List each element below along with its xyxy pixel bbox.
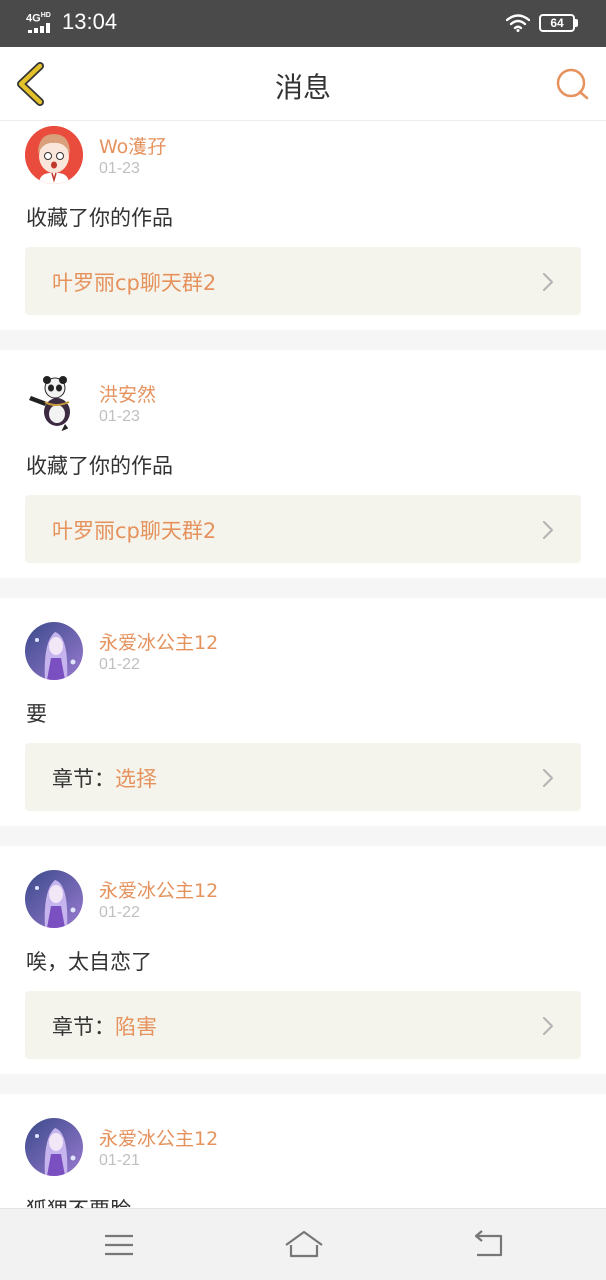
chevron-right-icon (542, 1016, 554, 1036)
cellular-signal-icon: 4GHD (26, 10, 56, 34)
page-title: 消息 (274, 71, 331, 104)
message-feed[interactable]: Wo濩孖 01-23 收藏了你的作品 叶罗丽cp聊天群2 洪安然 01-23 收… (0, 122, 606, 1208)
avatar-princess-icon (25, 870, 83, 928)
message-text: 收藏了你的作品 (26, 206, 173, 230)
work-link[interactable]: 叶罗丽cp聊天群2 (25, 495, 581, 563)
username[interactable]: 永爱冰公主12 (99, 1124, 218, 1151)
avatar[interactable] (25, 1118, 83, 1176)
message-card: 永爱冰公主12 01-22 唉，太自恋了 章节：陷害 (0, 846, 606, 1074)
avatar-panda-icon (25, 374, 83, 432)
network-hd-label: HD (40, 12, 51, 19)
username[interactable]: 永爱冰公主12 (99, 876, 218, 903)
menu-icon[interactable] (99, 1227, 139, 1263)
work-title: 叶罗丽cp聊天群2 (52, 271, 217, 295)
chevron-right-icon (542, 768, 554, 788)
message-card: 永爱冰公主12 01-22 要 章节：选择 (0, 598, 606, 826)
avatar-princess-icon (25, 1118, 83, 1176)
avatar[interactable] (25, 126, 83, 184)
chapter-link[interactable]: 章节：陷害 (25, 991, 581, 1059)
message-card: Wo濩孖 01-23 收藏了你的作品 叶罗丽cp聊天群2 (0, 122, 606, 330)
message-date: 01-21 (99, 1152, 140, 1169)
system-nav-bar (0, 1208, 606, 1280)
home-icon[interactable] (283, 1227, 325, 1263)
nav-bar: 消息 (0, 47, 606, 121)
chapter-prefix: 章节： (52, 767, 115, 791)
message-date: 01-23 (99, 408, 140, 425)
username[interactable]: 洪安然 (99, 380, 156, 407)
message-date: 01-22 (99, 904, 140, 921)
chapter-link[interactable]: 章节：选择 (25, 743, 581, 811)
battery-tip (575, 19, 578, 27)
avatar-princess-icon (25, 622, 83, 680)
message-text: 狐狸不要脸 (26, 1194, 131, 1208)
wifi-icon (506, 14, 530, 32)
status-bar: 4GHD 13:04 64 (0, 0, 606, 47)
chapter-title: 选择 (115, 767, 157, 791)
avatar[interactable] (25, 870, 83, 928)
avatar[interactable] (25, 622, 83, 680)
back-arrow-icon[interactable] (469, 1227, 509, 1263)
message-text: 收藏了你的作品 (26, 454, 173, 478)
status-time: 13:04 (62, 9, 118, 34)
message-card: 永爱冰公主12 01-21 狐狸不要脸 (0, 1094, 606, 1208)
message-date: 01-22 (99, 656, 140, 673)
avatar[interactable] (25, 374, 83, 432)
chapter-title: 陷害 (115, 1015, 157, 1039)
chevron-right-icon (542, 520, 554, 540)
work-title: 叶罗丽cp聊天群2 (52, 519, 217, 543)
chapter-prefix: 章节： (52, 1015, 115, 1039)
avatar-girl-icon (25, 126, 83, 184)
message-text: 要 (26, 702, 47, 726)
chevron-right-icon (542, 272, 554, 292)
search-icon[interactable] (553, 65, 591, 103)
message-card: 洪安然 01-23 收藏了你的作品 叶罗丽cp聊天群2 (0, 350, 606, 578)
message-text: 唉，太自恋了 (26, 950, 152, 974)
battery-indicator: 64 (539, 14, 575, 32)
message-date: 01-23 (99, 160, 140, 177)
work-link[interactable]: 叶罗丽cp聊天群2 (25, 247, 581, 315)
username[interactable]: 永爱冰公主12 (99, 628, 218, 655)
username[interactable]: Wo濩孖 (99, 132, 166, 159)
